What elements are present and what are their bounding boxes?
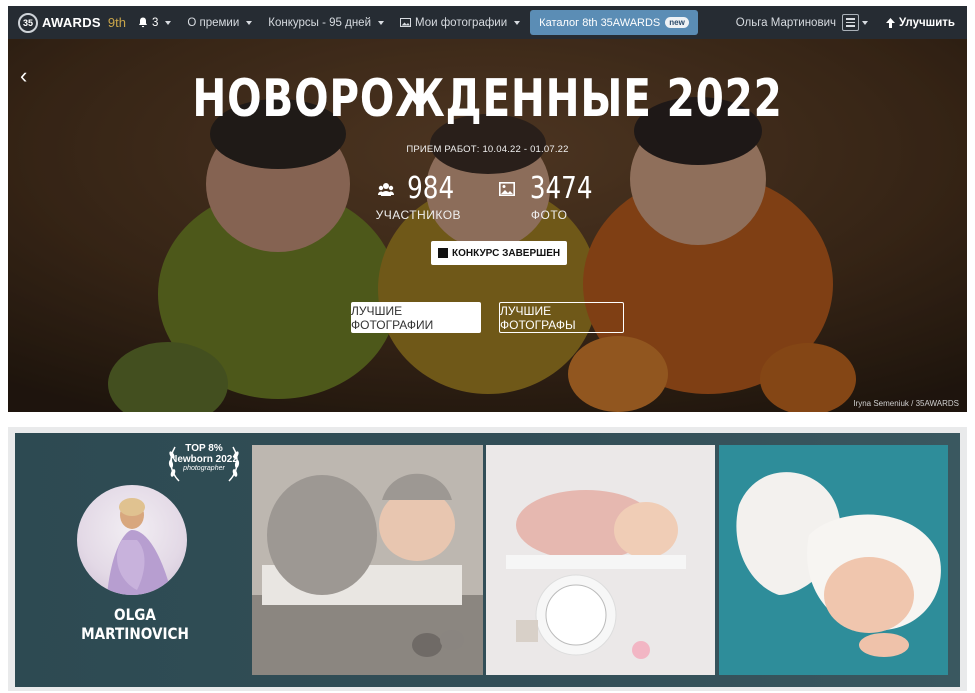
photographer-name[interactable]: OLGA MARTINOVICH <box>67 605 203 643</box>
chevron-down-icon <box>378 20 384 25</box>
bell-icon <box>138 17 147 28</box>
new-badge: new <box>665 17 689 28</box>
photo-image <box>252 445 483 675</box>
chevron-down-icon <box>514 20 521 25</box>
award-laurel: TOP 8% Newborn 2022 photographer <box>165 441 243 487</box>
nav-about-label: О премии <box>187 16 240 29</box>
users-icon <box>377 182 394 196</box>
nav-contests-label: Конкурсы - 95 дней <box>268 16 371 29</box>
notifications-button[interactable]: 3 <box>138 16 172 29</box>
hamburger-menu-icon[interactable] <box>841 14 859 31</box>
chevron-down-icon <box>165 20 172 25</box>
participants-count: 984 <box>406 171 454 206</box>
best-photos-button[interactable]: ЛУЧШИЕ ФОТОГРАФИИ <box>351 302 481 333</box>
contest-hero: ‹ НОВОРОЖДЕННЫЕ 2022 ПРИЕМ РАБОТ: 10.04.… <box>8 39 967 412</box>
stop-icon <box>438 248 448 258</box>
notifications-count: 3 <box>151 16 159 29</box>
contest-title: НОВОРОЖДЕННЫЕ 2022 <box>192 69 783 129</box>
avatar[interactable] <box>77 485 187 595</box>
featured-photo-1[interactable] <box>252 445 483 675</box>
featured-photo-3[interactable] <box>719 445 948 675</box>
photo-credit: Iryna Semeniuk / 35AWARDS <box>853 399 959 408</box>
photographer-award-banner: TOP 8% Newborn 2022 photographer OLGA MA… <box>15 433 960 687</box>
brand-logo-icon: 35 <box>18 12 38 33</box>
featured-photo-2[interactable] <box>486 445 715 675</box>
participants-label: УЧАСТНИКОВ <box>375 208 462 222</box>
brand-edition: 9th <box>107 15 126 30</box>
arrow-up-icon <box>885 17 895 28</box>
photos-count: 3474 <box>529 171 593 206</box>
brand[interactable]: 35 AWARDS 9th <box>18 12 126 33</box>
image-icon <box>499 181 516 196</box>
nav-right: Ольга Мартинович Улучшить <box>736 14 967 31</box>
chevron-down-icon <box>246 20 253 25</box>
chevron-down-icon[interactable] <box>861 20 868 25</box>
photos-label: ФОТО <box>530 208 568 222</box>
improve-label: Улучшить <box>898 16 955 29</box>
catalog-label: Каталог 8th 35AWARDS <box>539 16 661 29</box>
nav-about[interactable]: О премии <box>187 16 253 29</box>
user-name[interactable]: Ольга Мартинович <box>736 17 836 29</box>
best-photographers-button[interactable]: ЛУЧШИЕ ФОТОГРАФЫ <box>499 302 624 333</box>
photo-image <box>486 445 715 675</box>
back-arrow-icon[interactable]: ‹ <box>20 63 27 89</box>
avatar-portrait-image <box>107 498 172 595</box>
photo-image <box>719 445 948 675</box>
photos-stat: 3474 ФОТО <box>499 171 599 222</box>
top-navbar: 35 AWARDS 9th 3 О премии Конкурсы - 95 д… <box>8 6 967 39</box>
participants-stat: 984 УЧАСТНИКОВ <box>376 171 461 222</box>
image-icon <box>400 18 411 27</box>
contest-status-label: КОНКУРС ЗАВЕРШЕН <box>452 247 561 259</box>
improve-button[interactable]: Улучшить <box>885 16 955 29</box>
award-role: photographer <box>183 465 225 472</box>
nav-my-photos[interactable]: Мои фотографии <box>400 16 521 29</box>
brand-name: AWARDS <box>42 15 101 30</box>
catalog-button[interactable]: Каталог 8th 35AWARDS new <box>530 10 698 35</box>
contest-status-badge: КОНКУРС ЗАВЕРШЕН <box>431 241 568 265</box>
submission-dates: ПРИЕМ РАБОТ: 10.04.22 - 01.07.22 <box>406 144 569 155</box>
nav-contests[interactable]: Конкурсы - 95 дней <box>268 17 384 29</box>
award-rank: TOP 8% <box>185 443 223 454</box>
nav-my-photos-label: Мои фотографии <box>415 16 508 29</box>
award-category: Newborn 2022 <box>170 454 238 465</box>
contest-stats: 984 УЧАСТНИКОВ 3474 ФОТО <box>8 171 967 222</box>
